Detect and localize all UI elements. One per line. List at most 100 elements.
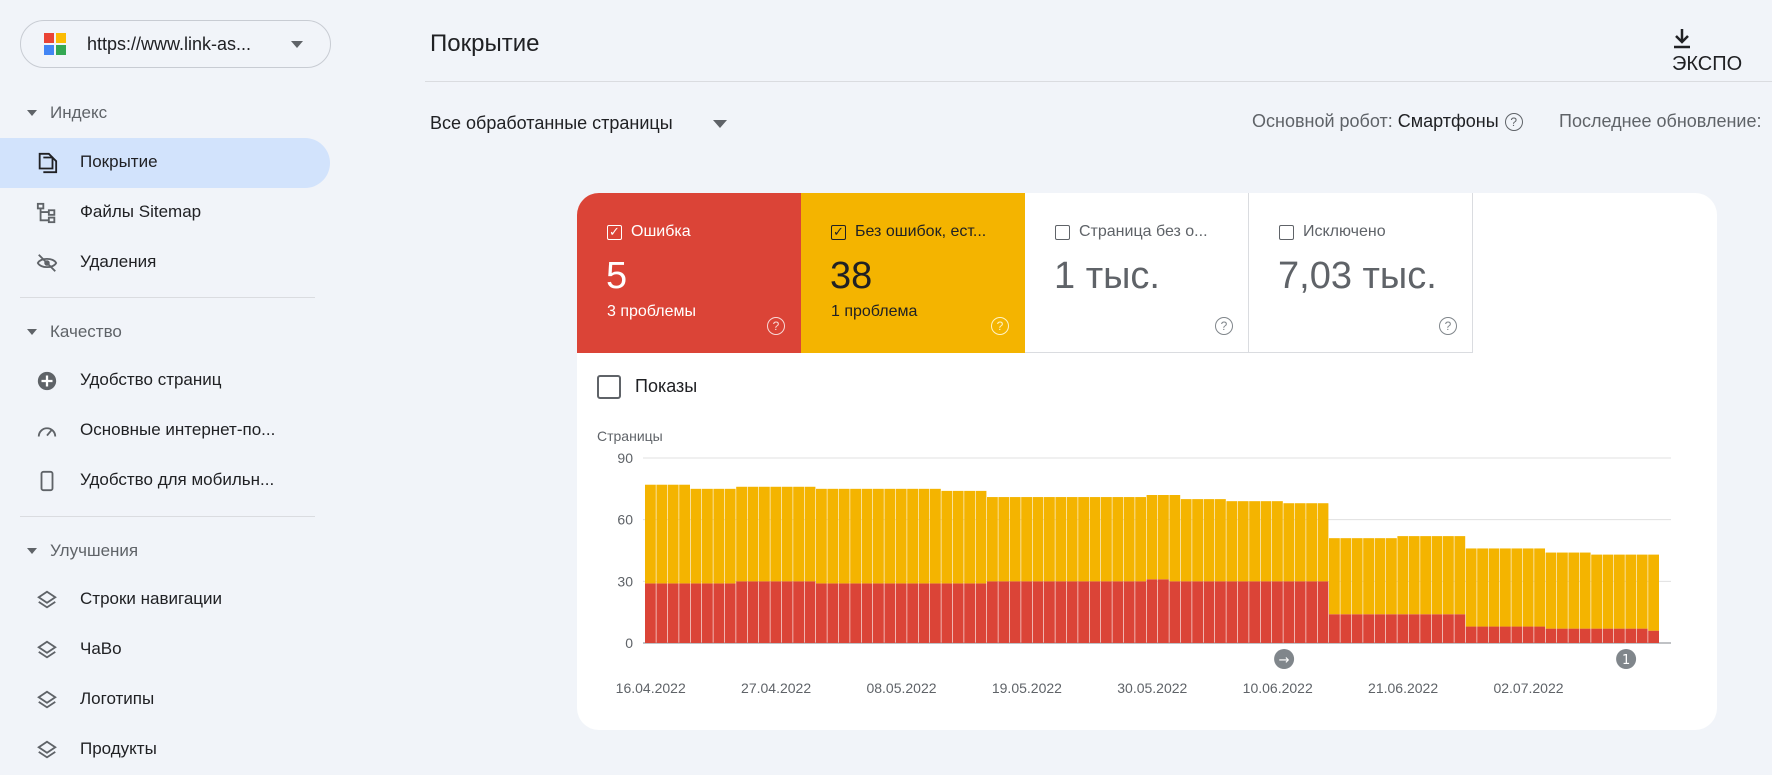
bar-segment [1522, 548, 1534, 627]
bar-segment [998, 497, 1010, 582]
bar-segment [1591, 628, 1602, 643]
bar-segment [759, 486, 770, 582]
property-logo-icon [44, 33, 66, 55]
bar-segment [747, 581, 759, 643]
bar-segment [1648, 630, 1659, 643]
bar-segment [1534, 548, 1545, 627]
bar-segment [1306, 503, 1317, 582]
chevron-down-icon[interactable] [713, 120, 727, 128]
bar-segment [1557, 628, 1568, 643]
bar-segment [1454, 536, 1466, 615]
bar-segment [1066, 497, 1078, 582]
bar-segment [1477, 548, 1488, 627]
pages-filter-dropdown[interactable]: Все обработанные страницы [430, 113, 673, 134]
pages-icon [38, 152, 58, 174]
bar-segment [1568, 628, 1580, 643]
bar-segment [1408, 614, 1420, 643]
bar-segment [1397, 614, 1409, 643]
bar-segment [861, 488, 873, 584]
x-tick-label: 21.06.2022 [1368, 680, 1438, 696]
caret-down-icon [27, 329, 37, 335]
export-button[interactable]: ЭКСПО [1672, 28, 1772, 76]
section-enhancements[interactable]: Улучшения [0, 541, 330, 561]
bar-segment [690, 488, 702, 584]
property-url: https://www.link-as... [87, 34, 252, 54]
bar-segment [1374, 538, 1386, 615]
bar-segment [1032, 581, 1044, 643]
x-tick-label: 27.04.2022 [741, 680, 811, 696]
sidebar-item-label: Файлы Sitemap [80, 202, 202, 221]
sidebar-item-core-web-vitals[interactable]: Основные интернет-по... [0, 406, 330, 456]
bar-segment [667, 484, 679, 584]
bar-segment [1511, 548, 1523, 627]
bar-segment [1591, 554, 1602, 629]
bar-segment [690, 583, 702, 643]
bar-segment [1420, 536, 1431, 615]
x-tick-label: 02.07.2022 [1493, 680, 1563, 696]
coverage-chart: Страницы 0 30 60 90 16.04.2022 27.04.2022 08.05… [597, 428, 1671, 696]
bar-segment [770, 581, 782, 643]
bar-segment [1306, 581, 1317, 643]
bar-segment [1443, 614, 1454, 643]
bar-segment [1272, 501, 1283, 582]
bar-segment [747, 486, 759, 582]
bar-segment [1146, 579, 1158, 643]
bar-segment [1260, 581, 1272, 643]
sidebar-item-removals[interactable]: Удаления [0, 238, 330, 288]
page-experience-icon [37, 371, 57, 391]
sidebar-item-label: Логотипы [80, 689, 155, 708]
bar-segment [713, 583, 725, 643]
x-tick-label: 10.06.2022 [1243, 680, 1313, 696]
section-quality[interactable]: Качество [0, 322, 330, 342]
property-selector[interactable]: https://www.link-as... [20, 20, 331, 68]
divider [20, 516, 315, 517]
bar-segment [907, 488, 918, 584]
sidebar-item-sitemaps[interactable]: Файлы Sitemap [0, 188, 330, 238]
layers-icon [37, 740, 57, 759]
bar-segment [884, 583, 896, 643]
sidebar-item-page-experience[interactable]: Удобство страниц [0, 356, 330, 406]
bar-segment [1648, 554, 1659, 631]
bar-segment [1636, 554, 1648, 629]
caret-down-icon [27, 548, 37, 554]
bar-segment [804, 581, 816, 643]
sidebar-item-coverage[interactable]: Покрытие [0, 138, 330, 188]
bar-segment [1431, 614, 1443, 643]
bar-segment [861, 583, 873, 643]
bar-segment [1579, 628, 1591, 643]
last-updated-label: Последнее обновление: [1559, 111, 1762, 131]
bar-segment [736, 486, 747, 582]
bar-segment [1351, 538, 1363, 615]
bar-segment [1329, 614, 1340, 643]
bar-segment [1545, 552, 1557, 629]
bar-segment [1374, 614, 1386, 643]
sidebar-item-logos[interactable]: Логотипы [0, 675, 330, 725]
bar-segment [1055, 581, 1067, 643]
sidebar-item-breadcrumbs[interactable]: Строки навигации [0, 575, 330, 625]
y-tick-label: 0 [625, 635, 633, 651]
bar-segment [964, 583, 975, 643]
section-index[interactable]: Индекс [0, 103, 330, 123]
bar-segment [1477, 626, 1488, 643]
sidebar-item-mobile-usability[interactable]: Удобство для мобильн... [0, 456, 330, 506]
sidebar-item-faq[interactable]: ЧаВо [0, 625, 330, 675]
coverage-card: ✓ Ошибка 5 3 проблемы ? ✓ Без ошибок, ес… [577, 193, 1717, 730]
chevron-down-icon[interactable] [291, 41, 303, 48]
x-tick-label: 08.05.2022 [866, 680, 936, 696]
bar-segment [713, 488, 725, 584]
bar-segment [873, 488, 884, 584]
annotation-label: 1 [1622, 653, 1630, 668]
bar-segment [918, 488, 930, 584]
help-icon[interactable]: ? [1504, 113, 1523, 131]
bar-segment [1249, 581, 1260, 643]
y-tick-label: 90 [617, 450, 633, 466]
export-label: ЭКСПО [1672, 53, 1743, 75]
sidebar-item-label: Строки навигации [80, 589, 223, 608]
sidebar-item-products[interactable]: Продукты [0, 725, 330, 775]
bar-segment [1123, 581, 1135, 643]
bar-segment [838, 583, 850, 643]
sidebar-item-label: ЧаВо [80, 639, 122, 658]
bar-segment [1488, 626, 1500, 643]
bar-segment [1032, 497, 1044, 582]
bar-segment [952, 583, 964, 643]
